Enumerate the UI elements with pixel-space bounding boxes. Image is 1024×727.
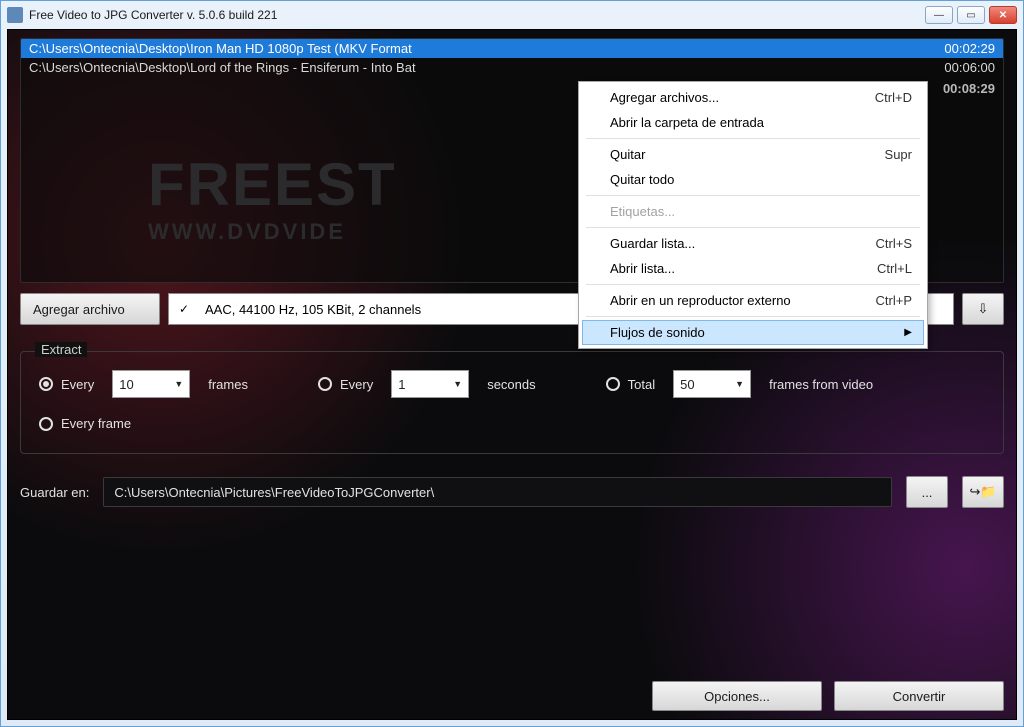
menu-tags: Etiquetas... (582, 199, 924, 224)
menu-separator (586, 195, 920, 196)
check-icon: ✓ (177, 302, 191, 316)
list-item[interactable]: C:\Users\Ontecnia\Desktop\Iron Man HD 10… (21, 39, 1003, 58)
app-icon (7, 7, 23, 23)
minimize-button[interactable]: — (925, 6, 953, 24)
frames-suffix: frames (208, 377, 248, 392)
file-path: C:\Users\Ontecnia\Desktop\Iron Man HD 10… (29, 41, 936, 56)
option-every-n-frames[interactable]: Every (39, 377, 94, 392)
extract-legend: Extract (35, 342, 87, 357)
radio-icon (39, 417, 53, 431)
menu-open-input-folder[interactable]: Abrir la carpeta de entrada (582, 110, 924, 135)
save-path-input[interactable]: C:\Users\Ontecnia\Pictures\FreeVideoToJP… (103, 477, 892, 507)
options-button[interactable]: Opciones... (652, 681, 822, 711)
total-frames-select[interactable]: 50 ▼ (673, 370, 751, 398)
down-arrow-icon: ⇩ (978, 301, 989, 317)
close-button[interactable]: ✕ (989, 6, 1017, 24)
menu-separator (586, 138, 920, 139)
convert-button[interactable]: Convertir (834, 681, 1004, 711)
seconds-suffix: seconds (487, 377, 535, 392)
option-total-frames[interactable]: Total (606, 377, 655, 392)
seconds-count-select[interactable]: 1 ▼ (391, 370, 469, 398)
chevron-right-icon: ▶ (904, 327, 912, 338)
menu-separator (586, 284, 920, 285)
menu-save-list[interactable]: Guardar lista... Ctrl+S (582, 231, 924, 256)
folder-open-icon: ↪📁 (969, 484, 996, 500)
file-duration: 00:02:29 (936, 41, 995, 56)
menu-separator (586, 316, 920, 317)
chevron-down-icon: ▼ (174, 379, 183, 389)
menu-add-files[interactable]: Agregar archivos... Ctrl+D (582, 85, 924, 110)
option-every-frame[interactable]: Every frame (39, 416, 131, 431)
window-title: Free Video to JPG Converter v. 5.0.6 bui… (29, 8, 925, 22)
file-duration: 00:06:00 (936, 60, 995, 75)
extract-group: Extract Every 10 ▼ frames Every 1 (20, 351, 1004, 454)
open-folder-button[interactable]: ↪📁 (962, 476, 1004, 508)
list-item[interactable]: C:\Users\Ontecnia\Desktop\Lord of the Ri… (21, 58, 1003, 77)
frames-count-select[interactable]: 10 ▼ (112, 370, 190, 398)
context-menu: Agregar archivos... Ctrl+D Abrir la carp… (578, 81, 928, 349)
file-path: C:\Users\Ontecnia\Desktop\Lord of the Ri… (29, 60, 936, 75)
save-to-label: Guardar en: (20, 485, 89, 500)
menu-open-list[interactable]: Abrir lista... Ctrl+L (582, 256, 924, 281)
radio-icon (318, 377, 332, 391)
titlebar: Free Video to JPG Converter v. 5.0.6 bui… (1, 1, 1023, 29)
menu-open-external-player[interactable]: Abrir en un reproductor externo Ctrl+P (582, 288, 924, 313)
menu-remove-all[interactable]: Quitar todo (582, 167, 924, 192)
menu-separator (586, 227, 920, 228)
maximize-button[interactable]: ▭ (957, 6, 985, 24)
client-area: FREEST WWW.DVDVIDE C:\Users\Ontecnia\Des… (7, 29, 1017, 720)
radio-icon (606, 377, 620, 391)
total-suffix: frames from video (769, 377, 873, 392)
add-files-button[interactable]: Agregar archivo (20, 293, 160, 325)
radio-icon (39, 377, 53, 391)
menu-audio-streams[interactable]: Flujos de sonido ▶ (582, 320, 924, 345)
option-every-n-seconds[interactable]: Every (318, 377, 373, 392)
audio-stream-label: AAC, 44100 Hz, 105 KBit, 2 channels (205, 302, 421, 317)
menu-remove[interactable]: Quitar Supr (582, 142, 924, 167)
chevron-down-icon: ▼ (735, 379, 744, 389)
move-down-button[interactable]: ⇩ (962, 293, 1004, 325)
app-window: Free Video to JPG Converter v. 5.0.6 bui… (0, 0, 1024, 727)
browse-button[interactable]: ... (906, 476, 948, 508)
chevron-down-icon: ▼ (453, 379, 462, 389)
